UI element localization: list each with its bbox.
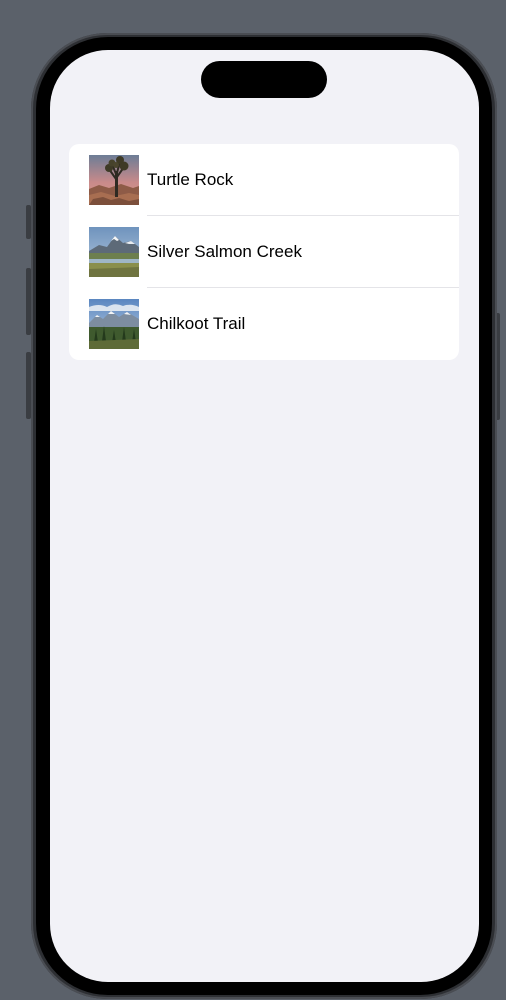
silver-salmon-creek-thumbnail-image <box>89 227 139 277</box>
row-label: Turtle Rock <box>147 170 234 189</box>
row-label: Chilkoot Trail <box>147 314 246 333</box>
device-screen: Turtle Rock Silver Salmon Creek Chilkoot… <box>50 50 479 982</box>
row-label: Silver Salmon Creek <box>147 242 302 261</box>
dynamic-island <box>201 61 327 98</box>
list-row-silver-salmon-creek[interactable]: Silver Salmon Creek <box>69 216 459 288</box>
list-row-chilkoot-trail[interactable]: Chilkoot Trail <box>69 288 459 360</box>
landmark-list: Turtle Rock Silver Salmon Creek Chilkoot… <box>69 144 459 360</box>
list-row-turtle-rock[interactable]: Turtle Rock <box>69 144 459 216</box>
simulator-canvas: Turtle Rock Silver Salmon Creek Chilkoot… <box>0 0 506 1000</box>
turtle-rock-thumbnail-image <box>89 155 139 205</box>
chilkoot-trail-thumbnail-image <box>89 299 139 349</box>
